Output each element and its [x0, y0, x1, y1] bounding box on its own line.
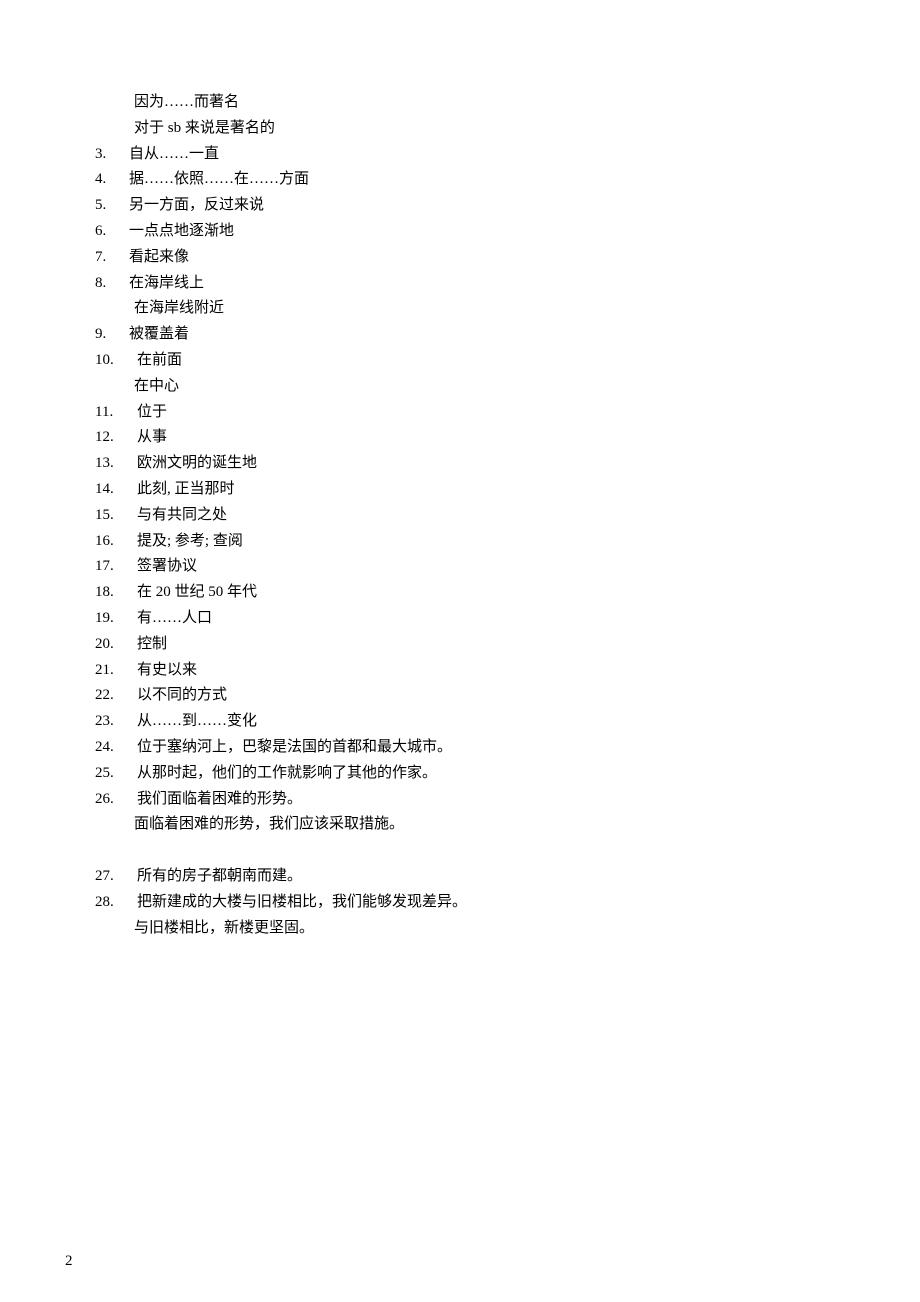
list-item: 26.我们面临着困难的形势。 [95, 787, 825, 813]
item-text: 提及; 参考; 查阅 [137, 529, 243, 555]
item-text: 把新建成的大楼与旧楼相比，我们能够发现差异。 [137, 890, 467, 916]
list-item: 3.自从……一直 [95, 142, 825, 168]
item-text: 与旧楼相比，新楼更坚固。 [134, 916, 314, 942]
list-item: 20.控制 [95, 632, 825, 658]
item-number: 16. [95, 529, 137, 555]
list-item: 9.被覆盖着 [95, 322, 825, 348]
list-item: 因为……而著名 [95, 90, 825, 116]
item-number: 23. [95, 709, 137, 735]
list-item: 面临着困难的形势，我们应该采取措施。 [95, 812, 825, 838]
list-item: 28.把新建成的大楼与旧楼相比，我们能够发现差异。 [95, 890, 825, 916]
item-number: 12. [95, 425, 137, 451]
list-item: 16.提及; 参考; 查阅 [95, 529, 825, 555]
list-item: 11.位于 [95, 400, 825, 426]
item-number: 25. [95, 761, 137, 787]
list-item: 10.在前面 [95, 348, 825, 374]
item-text: 在海岸线上 [129, 271, 204, 297]
list-item: 23.从……到……变化 [95, 709, 825, 735]
list-item: 24.位于塞纳河上，巴黎是法国的首都和最大城市。 [95, 735, 825, 761]
item-text: 签署协议 [137, 554, 197, 580]
list-item: 21.有史以来 [95, 658, 825, 684]
item-text: 据……依照……在……方面 [129, 167, 309, 193]
item-number: 28. [95, 890, 137, 916]
list-item: 14.此刻, 正当那时 [95, 477, 825, 503]
item-number: 11. [95, 400, 137, 426]
item-text: 因为……而著名 [134, 90, 239, 116]
item-number: 7. [95, 245, 129, 271]
item-text: 在中心 [134, 374, 179, 400]
item-text: 有……人口 [137, 606, 212, 632]
item-text: 欧洲文明的诞生地 [137, 451, 257, 477]
list-item: 12.从事 [95, 425, 825, 451]
list-item: 6.一点点地逐渐地 [95, 219, 825, 245]
item-text: 一点点地逐渐地 [129, 219, 234, 245]
item-text: 在 20 世纪 50 年代 [137, 580, 257, 606]
list-item: 4.据……依照……在……方面 [95, 167, 825, 193]
item-number: 26. [95, 787, 137, 813]
item-number: 18. [95, 580, 137, 606]
list-item: 17.签署协议 [95, 554, 825, 580]
list-item: 在中心 [95, 374, 825, 400]
item-number: 9. [95, 322, 129, 348]
item-text: 我们面临着困难的形势。 [137, 787, 302, 813]
item-text: 对于 sb 来说是著名的 [134, 116, 275, 142]
item-number: 10. [95, 348, 137, 374]
item-number: 14. [95, 477, 137, 503]
list-item: 19.有……人口 [95, 606, 825, 632]
item-number: 22. [95, 683, 137, 709]
item-text: 所有的房子都朝南而建。 [137, 864, 302, 890]
item-number: 8. [95, 271, 129, 297]
item-number: 19. [95, 606, 137, 632]
list-item: 22.以不同的方式 [95, 683, 825, 709]
item-text: 另一方面，反过来说 [129, 193, 264, 219]
list-item: 25.从那时起，他们的工作就影响了其他的作家。 [95, 761, 825, 787]
item-number: 15. [95, 503, 137, 529]
item-number: 20. [95, 632, 137, 658]
item-number: 3. [95, 142, 129, 168]
list-item: 15.与有共同之处 [95, 503, 825, 529]
list-item: 在海岸线附近 [95, 296, 825, 322]
document-content: 因为……而著名对于 sb 来说是著名的3.自从……一直4.据……依照……在……方… [95, 90, 825, 942]
item-text: 从……到……变化 [137, 709, 257, 735]
item-text: 面临着困难的形势，我们应该采取措施。 [134, 812, 404, 838]
item-number: 5. [95, 193, 129, 219]
item-text: 看起来像 [129, 245, 189, 271]
list-item: 5.另一方面，反过来说 [95, 193, 825, 219]
page-number: 2 [65, 1253, 73, 1270]
item-number: 4. [95, 167, 129, 193]
item-text: 在海岸线附近 [134, 296, 224, 322]
item-text: 位于塞纳河上，巴黎是法国的首都和最大城市。 [137, 735, 452, 761]
item-text: 从事 [137, 425, 167, 451]
item-text: 从那时起，他们的工作就影响了其他的作家。 [137, 761, 437, 787]
item-text: 被覆盖着 [129, 322, 189, 348]
list-item: 8.在海岸线上 [95, 271, 825, 297]
list-item: 13.欧洲文明的诞生地 [95, 451, 825, 477]
list-item: 27.所有的房子都朝南而建。 [95, 864, 825, 890]
item-text: 此刻, 正当那时 [137, 477, 235, 503]
item-text: 自从……一直 [129, 142, 219, 168]
item-text: 控制 [137, 632, 167, 658]
item-text: 有史以来 [137, 658, 197, 684]
blank-line [95, 838, 825, 864]
item-number: 21. [95, 658, 137, 684]
item-number: 13. [95, 451, 137, 477]
item-text: 与有共同之处 [137, 503, 227, 529]
list-item: 7.看起来像 [95, 245, 825, 271]
item-number: 17. [95, 554, 137, 580]
list-item: 18.在 20 世纪 50 年代 [95, 580, 825, 606]
item-number: 24. [95, 735, 137, 761]
item-text: 位于 [137, 400, 167, 426]
item-text: 以不同的方式 [137, 683, 227, 709]
item-number: 6. [95, 219, 129, 245]
list-item: 对于 sb 来说是著名的 [95, 116, 825, 142]
item-text: 在前面 [137, 348, 182, 374]
item-number: 27. [95, 864, 137, 890]
list-item: 与旧楼相比，新楼更坚固。 [95, 916, 825, 942]
